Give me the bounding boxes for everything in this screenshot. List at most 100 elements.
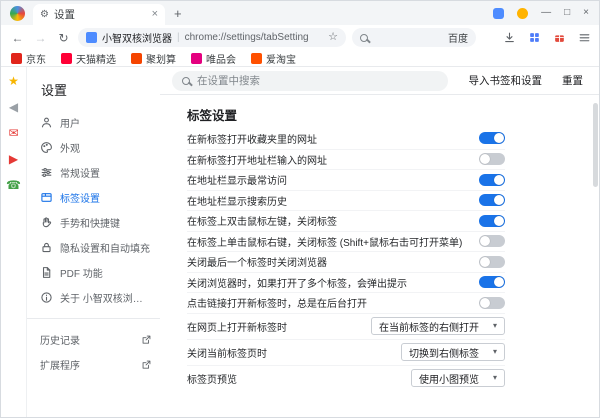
scrollbar-thumb[interactable] (593, 103, 598, 187)
bookmark-favicon (131, 53, 142, 64)
toggle-switch[interactable] (479, 297, 505, 309)
window-controls: — □ × (493, 8, 593, 19)
setting-label: 在新标签打开收藏夹里的网址 (187, 131, 327, 146)
toggle-switch[interactable] (479, 235, 505, 247)
toolbar-search[interactable]: 百度 (352, 28, 476, 47)
sidebar-item-general[interactable]: 常规设置 (27, 160, 160, 185)
settings-sidebar: 设置 用户外观常规设置标签设置手势和快捷键隐私设置和自动填充PDF 功能关于 小… (27, 67, 160, 417)
theme-icon[interactable] (493, 8, 504, 19)
toggle-switch[interactable] (479, 132, 505, 144)
address-separator: | (177, 32, 180, 43)
settings-search[interactable] (172, 71, 448, 91)
side-launcher-strip: ★ ◀ ✉ ▶ ☎ (1, 67, 27, 417)
sidebar-item-appearance[interactable]: 外观 (27, 135, 160, 160)
setting-toggle-row: 在地址栏显示最常访问 (187, 169, 505, 190)
open-in-new-icon (141, 334, 152, 345)
setting-toggle-row: 关闭浏览器时，如果打开了多个标签，会弹出提示 (187, 272, 505, 293)
sidebar-item-privacy[interactable]: 隐私设置和自动填充 (27, 235, 160, 260)
mail-icon[interactable]: ✉ (8, 127, 18, 139)
maximize-button[interactable]: □ (564, 8, 570, 18)
bookmark-item[interactable]: 爱淘宝 (251, 51, 296, 66)
setting-toggle-row: 在新标签打开地址栏输入的网址 (187, 149, 505, 170)
setting-label: 关闭最后一个标签时关闭浏览器 (187, 254, 337, 269)
settings-topbar: 导入书签和设置 重置 (160, 67, 599, 95)
sidebar-link-0[interactable]: 历史记录 (27, 327, 160, 352)
setting-label: 关闭浏览器时，如果打开了多个标签，会弹出提示 (187, 275, 417, 290)
caret-down-icon: ▾ (493, 374, 497, 382)
new-tab-button[interactable]: + (174, 7, 182, 20)
video-icon[interactable]: ▶ (9, 153, 18, 165)
settings-title: 设置 (27, 71, 160, 110)
gear-icon: ⚙ (40, 10, 49, 20)
favorites-star-icon[interactable]: ★ (8, 75, 19, 87)
sidebar-divider (27, 318, 160, 319)
bookmark-item[interactable]: 聚划算 (131, 51, 176, 66)
apps-grid-icon[interactable] (528, 31, 541, 44)
gift-icon[interactable] (553, 31, 566, 44)
toggle-switch[interactable] (479, 194, 505, 206)
sidebar-item-tabs[interactable]: 标签设置 (27, 185, 160, 210)
sidebar-link-1[interactable]: 扩展程序 (27, 352, 160, 377)
dropdown-select[interactable]: 在当前标签的右侧打开▾ (371, 317, 505, 335)
setting-label: 在标签上双击鼠标左键，关闭标签 (187, 213, 347, 228)
dropdown-select[interactable]: 使用小图预览▾ (411, 369, 505, 387)
general-icon (40, 166, 53, 179)
refresh-button[interactable]: ↻ (55, 32, 72, 44)
browser-window: ⚙ 设置 × + — □ × ← → ↻ 小智双核浏览器 | chrome://… (0, 0, 600, 418)
sidebar-back-icon[interactable]: ◀ (9, 101, 18, 113)
forward-button[interactable]: → (32, 32, 49, 44)
toggle-switch[interactable] (479, 153, 505, 165)
privacy-icon (40, 241, 53, 254)
titlebar: ⚙ 设置 × + — □ × (1, 1, 599, 25)
toggle-switch[interactable] (479, 215, 505, 227)
toolbar-search-input[interactable] (374, 32, 442, 43)
address-url: chrome://settings/tabSetting (185, 32, 324, 43)
download-icon[interactable] (503, 31, 516, 44)
sidebar-item-about[interactable]: 关于 小智双核浏览器 (27, 285, 160, 310)
bookmark-item[interactable]: 天猫精选 (61, 51, 116, 66)
sidebar-item-person[interactable]: 用户 (27, 110, 160, 135)
toggle-switch[interactable] (479, 256, 505, 268)
setting-label: 在地址栏显示最常访问 (187, 172, 297, 187)
back-button[interactable]: ← (9, 32, 26, 44)
bookmark-item[interactable]: 唯品会 (191, 51, 236, 66)
sidebar-item-gesture[interactable]: 手势和快捷键 (27, 210, 160, 235)
about-icon (40, 291, 53, 304)
gesture-icon (40, 216, 53, 229)
bookmark-item[interactable]: 京东 (11, 51, 46, 66)
bookmarks-bar: 京东天猫精选聚划算唯品会爱淘宝 (1, 50, 599, 67)
site-label: 小智双核浏览器 (102, 30, 172, 45)
address-bar[interactable]: 小智双核浏览器 | chrome://settings/tabSetting ☆ (78, 28, 346, 47)
settings-main: 导入书签和设置 重置 标签设置 在新标签打开收藏夹里的网址在新标签打开地址栏输入… (160, 67, 599, 417)
browser-logo-icon (10, 6, 25, 21)
setting-label: 在新标签打开地址栏输入的网址 (187, 152, 337, 167)
setting-toggle-row: 在标签上双击鼠标左键，关闭标签 (187, 210, 505, 231)
tabs-icon (40, 191, 53, 204)
search-icon (360, 34, 368, 42)
search-engine-label[interactable]: 百度 (448, 30, 468, 45)
tab-title: 设置 (54, 7, 147, 22)
menu-icon[interactable] (578, 31, 591, 44)
content-area: ★ ◀ ✉ ▶ ☎ 设置 用户外观常规设置标签设置手势和快捷键隐私设置和自动填充PDF … (1, 67, 599, 417)
setting-label: 标签页预览 (187, 371, 247, 386)
import-bookmarks-button[interactable]: 导入书签和设置 (469, 73, 543, 88)
close-button[interactable]: × (583, 8, 589, 18)
settings-tab[interactable]: ⚙ 设置 × (33, 4, 165, 25)
setting-toggle-row: 在地址栏显示搜索历史 (187, 190, 505, 211)
vip-icon[interactable] (517, 8, 528, 19)
tab-close-icon[interactable]: × (152, 9, 158, 20)
bookmark-star-icon[interactable]: ☆ (328, 32, 338, 43)
toggle-switch[interactable] (479, 174, 505, 186)
tab-settings-section: 标签设置 在新标签打开收藏夹里的网址在新标签打开地址栏输入的网址在地址栏显示最常… (160, 95, 599, 417)
bookmark-favicon (61, 53, 72, 64)
sidebar-item-pdf[interactable]: PDF 功能 (27, 260, 160, 285)
dropdown-select[interactable]: 切换到右侧标签▾ (401, 343, 505, 361)
site-icon (86, 32, 97, 43)
setting-label: 关闭当前标签页时 (187, 345, 277, 360)
minimize-button[interactable]: — (541, 8, 551, 18)
setting-label: 在地址栏显示搜索历史 (187, 193, 297, 208)
settings-search-input[interactable] (197, 75, 438, 87)
phone-icon[interactable]: ☎ (6, 179, 21, 191)
toggle-switch[interactable] (479, 276, 505, 288)
reset-button[interactable]: 重置 (562, 73, 583, 88)
